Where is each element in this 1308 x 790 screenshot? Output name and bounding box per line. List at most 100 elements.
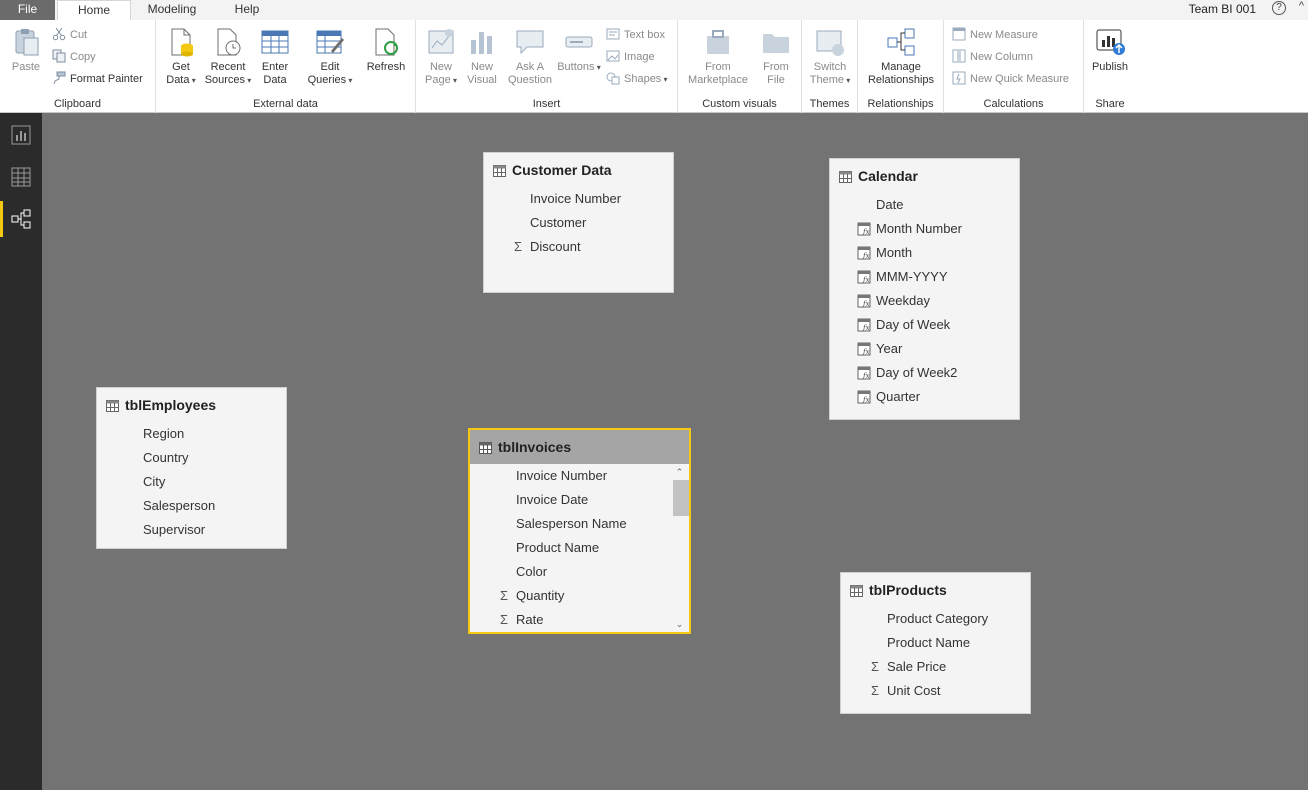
table-card-calendar[interactable]: Calendar Date fx Month Number fx Month fx M… <box>829 158 1020 420</box>
field-item[interactable]: Salesperson Name <box>470 512 689 536</box>
table-header[interactable]: tblEmployees <box>97 388 286 422</box>
table-header[interactable]: tblInvoices <box>470 430 689 464</box>
copy-button[interactable]: Copy <box>52 48 96 66</box>
image-button[interactable]: Image <box>606 48 655 66</box>
from-marketplace-button[interactable]: From Marketplace <box>682 26 754 87</box>
text-box-button[interactable]: Text box <box>606 26 665 44</box>
cut-label: Cut <box>70 29 88 41</box>
field-item[interactable]: Σ Unit Cost <box>841 679 1030 703</box>
field-item[interactable]: fx Month <box>830 241 1019 265</box>
field-item[interactable]: fx Weekday <box>830 289 1019 313</box>
publish-button[interactable]: Publish <box>1086 26 1134 74</box>
field-name: Salesperson Name <box>516 516 627 531</box>
field-item[interactable]: fx Day of Week2 <box>830 361 1019 385</box>
table-header[interactable]: Calendar <box>830 159 1019 193</box>
table-name: tblInvoices <box>498 439 572 455</box>
scroll-thumb[interactable] <box>673 480 689 516</box>
new-measure-button[interactable]: New Measure <box>952 26 1038 44</box>
field-item[interactable]: Salesperson <box>97 494 286 518</box>
model-view-button[interactable] <box>0 201 42 237</box>
field-item[interactable]: Product Name <box>470 536 689 560</box>
tab-file[interactable]: File <box>0 0 55 20</box>
from-file-button[interactable]: From File <box>756 26 796 87</box>
recent-sources-button[interactable]: Recent Sources ▾ <box>202 26 254 87</box>
get-data-label-1: Get <box>172 61 190 73</box>
new-page-button[interactable]: New Page ▾ <box>420 26 462 87</box>
field-item[interactable]: Invoice Number <box>470 464 689 488</box>
field-item[interactable]: Σ Rate <box>470 608 689 632</box>
table-card-customer-data[interactable]: Customer Data Invoice Number Customer ΣD… <box>483 152 674 293</box>
image-label: Image <box>624 51 655 63</box>
new-quick-measure-button[interactable]: New Quick Measure <box>952 70 1069 88</box>
field-name: Invoice Date <box>516 492 589 507</box>
field-item[interactable]: fx Year <box>830 337 1019 361</box>
collapse-ribbon-icon[interactable]: ^ <box>1299 0 1304 12</box>
from-file-label-2: File <box>767 74 785 86</box>
field-item[interactable]: fx Day of Week <box>830 313 1019 337</box>
marketplace-icon <box>707 30 729 54</box>
cut-button[interactable]: Cut <box>52 26 87 44</box>
field-item[interactable]: Color <box>470 560 689 584</box>
manage-relationships-button[interactable]: Manage Relationships <box>860 26 942 87</box>
data-view-button[interactable] <box>0 159 42 195</box>
table-card-tblemployees[interactable]: tblEmployees Region Country City Salespe… <box>96 387 287 549</box>
group-label-custom-visuals: Custom visuals <box>702 98 777 110</box>
field-item[interactable]: Supervisor <box>97 518 286 542</box>
model-canvas[interactable]: Customer Data Invoice Number Customer ΣD… <box>42 113 1308 790</box>
table-card-tblproducts[interactable]: tblProducts Product Category Product Nam… <box>840 572 1031 714</box>
new-visual-button[interactable]: New Visual <box>462 26 502 87</box>
calculated-column-icon: fx <box>857 318 871 332</box>
new-column-button[interactable]: New Column <box>952 48 1033 66</box>
field-item[interactable]: Customer <box>484 211 673 235</box>
edit-queries-caret-icon: ▾ <box>346 76 353 85</box>
field-item[interactable]: City <box>97 470 286 494</box>
shapes-button[interactable]: Shapes ▾ <box>606 70 668 88</box>
field-item[interactable]: Σ Discount <box>484 235 673 259</box>
format-painter-button[interactable]: Format Painter <box>52 70 143 88</box>
field-item[interactable]: fx Quarter <box>830 385 1019 409</box>
field-item[interactable]: Σ Quantity <box>470 584 689 608</box>
refresh-button[interactable]: Refresh <box>362 26 410 74</box>
table-header[interactable]: Customer Data <box>484 153 673 187</box>
svg-text:fx: fx <box>862 396 870 404</box>
switch-theme-button[interactable]: Switch Theme ▾ <box>806 26 854 87</box>
edit-queries-button[interactable]: Edit Queries ▾ <box>304 26 356 87</box>
field-type-icon <box>124 427 138 441</box>
field-item[interactable]: Country <box>97 446 286 470</box>
buttons-button[interactable]: Buttons ▾ <box>556 26 602 74</box>
scroll-down-icon[interactable]: ⌄ <box>672 618 687 630</box>
field-item[interactable]: fx Month Number <box>830 217 1019 241</box>
scroll-up-icon[interactable]: ⌃ <box>672 466 687 478</box>
field-item[interactable]: Σ Sale Price <box>841 655 1030 679</box>
field-item[interactable]: Date <box>830 193 1019 217</box>
table-header[interactable]: tblProducts <box>841 573 1030 607</box>
field-name: Day of Week <box>876 317 951 332</box>
tab-home[interactable]: Home <box>57 0 131 21</box>
enter-data-button[interactable]: Enter Data <box>254 26 296 87</box>
field-list-scrollbar[interactable]: ⌃ ⌄ <box>672 466 689 630</box>
field-item[interactable]: Invoice Date <box>470 488 689 512</box>
ask-question-label-2: Question <box>507 74 553 86</box>
calculated-column-icon: fx <box>857 246 871 260</box>
field-item[interactable]: Invoice Number <box>484 187 673 211</box>
field-name: Region <box>143 426 185 441</box>
help-icon[interactable]: ? <box>1272 1 1286 15</box>
paste-button[interactable]: Paste <box>6 26 46 74</box>
shapes-caret-icon: ▾ <box>661 75 668 84</box>
field-item[interactable]: fx MMM-YYYY <box>830 265 1019 289</box>
account-name[interactable]: Team BI 001 <box>1189 2 1256 16</box>
field-item[interactable]: Product Category <box>841 607 1030 631</box>
table-card-tblinvoices[interactable]: tblInvoices Invoice Number Invoice Date … <box>468 428 691 634</box>
field-type-icon <box>511 216 525 230</box>
table-icon <box>839 171 852 183</box>
report-view-button[interactable] <box>0 117 42 153</box>
field-item[interactable]: Product Name <box>841 631 1030 655</box>
tab-help[interactable]: Help <box>222 0 272 20</box>
field-item[interactable]: Region <box>97 422 286 446</box>
buttons-icon <box>565 36 593 48</box>
get-data-button[interactable]: Get Data ▾ <box>160 26 202 87</box>
tab-modeling[interactable]: Modeling <box>134 0 210 20</box>
switch-theme-caret-icon: ▾ <box>844 76 851 85</box>
new-visual-label-2: Visual <box>467 74 497 86</box>
ask-question-button[interactable]: Ask A Question <box>504 26 556 87</box>
